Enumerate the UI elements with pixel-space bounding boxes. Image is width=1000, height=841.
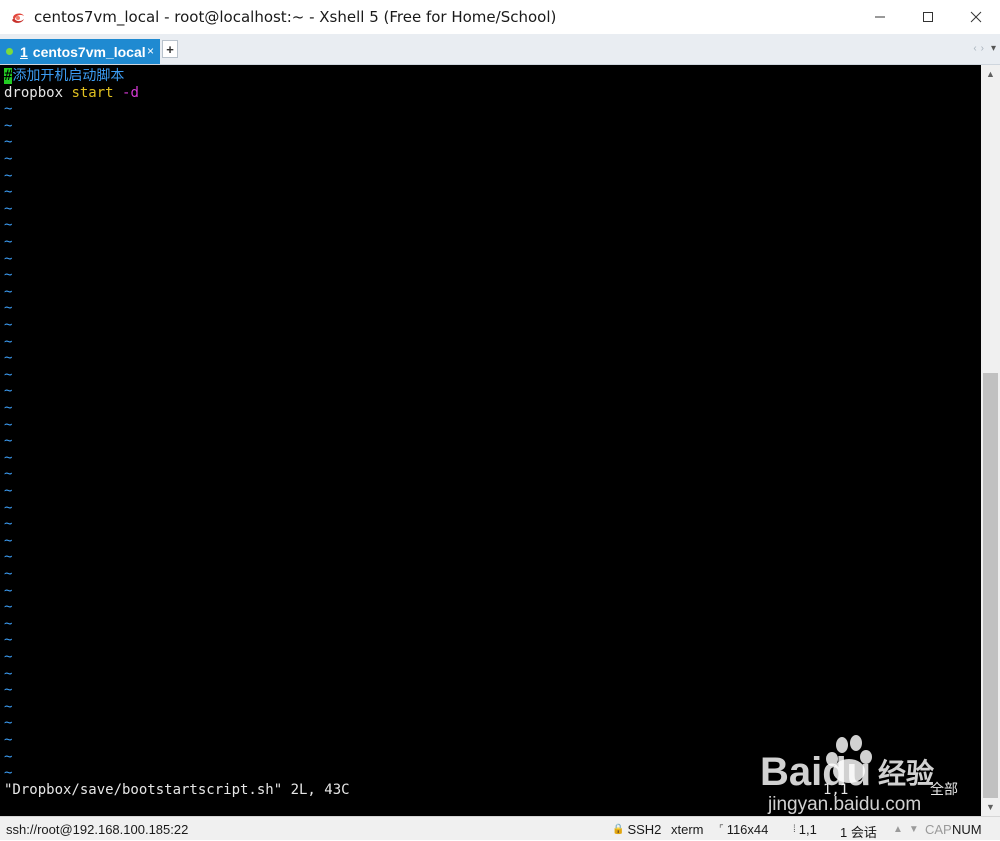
close-icon <box>970 11 982 23</box>
tab-next-icon[interactable]: › <box>981 43 988 54</box>
connection-address: ssh://root@192.168.100.185:22 <box>6 822 189 837</box>
vim-empty-line-tilde: ~ <box>4 200 13 217</box>
tab-scroll-arrows[interactable]: ‹› <box>973 43 988 54</box>
maximize-button[interactable] <box>904 0 952 34</box>
terminal-screen[interactable]: "Dropbox/save/bootstartscript.sh" 2L, 43… <box>0 65 981 816</box>
close-button[interactable] <box>952 0 1000 34</box>
vim-empty-line-tilde: ~ <box>4 615 13 632</box>
terminal-text-segment: dropbox <box>4 84 72 101</box>
vim-empty-line-tilde: ~ <box>4 748 13 765</box>
vim-empty-line-tilde: ~ <box>4 765 13 782</box>
vim-empty-line-tilde: ~ <box>4 682 13 699</box>
vim-empty-line-tilde: ~ <box>4 267 13 284</box>
vim-empty-line-tilde: ~ <box>4 101 13 118</box>
vim-empty-line-tilde: ~ <box>4 649 13 665</box>
vim-empty-line-tilde: ~ <box>4 117 13 134</box>
tab-centos7vm-local[interactable]: 1 centos7vm_local × <box>0 39 160 64</box>
tab-prev-icon[interactable]: ‹ <box>973 43 980 54</box>
terminal-line: #添加开机启动脚本 <box>4 68 124 85</box>
terminal-line: dropbox start -d <box>4 85 139 102</box>
title-bar: centos7vm_local - root@localhost:~ - Xsh… <box>0 0 1000 34</box>
vim-empty-line-tilde: ~ <box>4 366 13 383</box>
tab-menu-icon[interactable]: ▾ <box>991 43 996 54</box>
vim-ruler-all: 全部 <box>930 781 958 798</box>
add-tab-button[interactable]: + <box>162 40 178 58</box>
vim-empty-line-tilde: ~ <box>4 433 13 450</box>
resize-icon: ⌜ <box>719 824 724 835</box>
vim-empty-line-tilde: ~ <box>4 483 13 499</box>
vim-empty-line-tilde: ~ <box>4 416 13 433</box>
scrollbar-thumb[interactable] <box>983 373 998 798</box>
xshell-app-icon[interactable] <box>10 9 26 25</box>
vim-empty-line-tilde: ~ <box>4 184 13 201</box>
vim-empty-line-tilde: ~ <box>4 449 13 466</box>
num-lock-indicator: NUM <box>952 822 982 837</box>
vim-empty-line-tilde: ~ <box>4 167 13 184</box>
vim-empty-line-tilde: ~ <box>4 532 13 549</box>
window-title: centos7vm_local - root@localhost:~ - Xsh… <box>34 8 557 26</box>
vim-empty-line-tilde: ~ <box>4 300 13 317</box>
vim-empty-line-tilde: ~ <box>4 466 13 483</box>
lock-icon: 🔒 <box>612 824 625 835</box>
terminal-text-segment: 添加开机启动脚本 <box>12 68 125 84</box>
connected-status-icon <box>6 48 13 55</box>
vim-empty-line-tilde: ~ <box>4 665 13 682</box>
scroll-down-icon[interactable]: ▼ <box>981 798 1000 816</box>
tab-number: 1 <box>20 43 28 60</box>
vim-empty-line-tilde: ~ <box>4 217 13 234</box>
session-count: 1 会话 <box>840 825 877 840</box>
vim-empty-line-tilde: ~ <box>4 698 13 715</box>
terminal-size: ⌜ 116x44 <box>719 822 768 837</box>
maximize-icon <box>923 12 933 22</box>
vim-status-message: "Dropbox/save/bootstartscript.sh" 2L, 43… <box>4 781 350 798</box>
minimize-button[interactable] <box>856 0 904 34</box>
status-bar: ssh://root@192.168.100.185:22 🔒 SSH2 xter… <box>0 816 1000 840</box>
protocol-label: SSH2 <box>627 822 662 837</box>
minimize-icon <box>875 16 885 18</box>
vim-empty-line-tilde: ~ <box>4 582 13 599</box>
vim-empty-line-tilde: ~ <box>4 250 13 267</box>
vim-empty-line-tilde: ~ <box>4 283 13 300</box>
vim-empty-line-tilde: ~ <box>4 400 13 416</box>
terminal-text-segment: -d <box>122 84 139 101</box>
vim-empty-line-tilde: ~ <box>4 599 13 616</box>
vim-empty-line-tilde: ~ <box>4 317 13 333</box>
vim-empty-line-tilde: ~ <box>4 234 13 250</box>
vim-ruler-position: 1,1 <box>823 781 849 798</box>
protocol-indicator: 🔒 SSH2 <box>612 822 661 837</box>
vim-empty-line-tilde: ~ <box>4 350 13 367</box>
scroll-up-icon[interactable]: ▲ <box>981 65 1000 83</box>
vim-empty-line-tilde: ~ <box>4 333 13 350</box>
vim-empty-line-tilde: ~ <box>4 516 13 533</box>
vim-empty-line-tilde: ~ <box>4 549 13 566</box>
caps-lock-indicator: CAP <box>925 822 952 837</box>
vim-empty-line-tilde: ~ <box>4 151 13 167</box>
vim-empty-line-tilde: ~ <box>4 499 13 516</box>
cursor-icon: ⁞ <box>793 824 796 835</box>
tab-bar: 1 centos7vm_local × + ‹› ▾ <box>0 34 1000 65</box>
cursor-position: ⁞ 1,1 <box>793 822 817 837</box>
tab-label: centos7vm_local <box>32 43 146 60</box>
cursor-position-label: 1,1 <box>798 822 817 837</box>
terminal-size-label: 116x44 <box>726 822 769 837</box>
tab-close-icon[interactable]: × <box>147 44 154 58</box>
vim-empty-line-tilde: ~ <box>4 566 13 582</box>
terminal-scrollbar[interactable]: ▲ ▼ <box>981 65 1000 816</box>
vim-empty-line-tilde: ~ <box>4 732 13 748</box>
terminal-text-segment: start <box>71 84 114 101</box>
session-nav-arrows[interactable]: ▲▼ <box>893 824 925 835</box>
vim-empty-line-tilde: ~ <box>4 134 13 151</box>
vim-empty-line-tilde: ~ <box>4 715 13 732</box>
vim-empty-line-tilde: ~ <box>4 632 13 649</box>
vim-empty-line-tilde: ~ <box>4 383 13 400</box>
window-controls <box>856 0 1000 34</box>
terminal-type: xterm <box>671 822 704 837</box>
